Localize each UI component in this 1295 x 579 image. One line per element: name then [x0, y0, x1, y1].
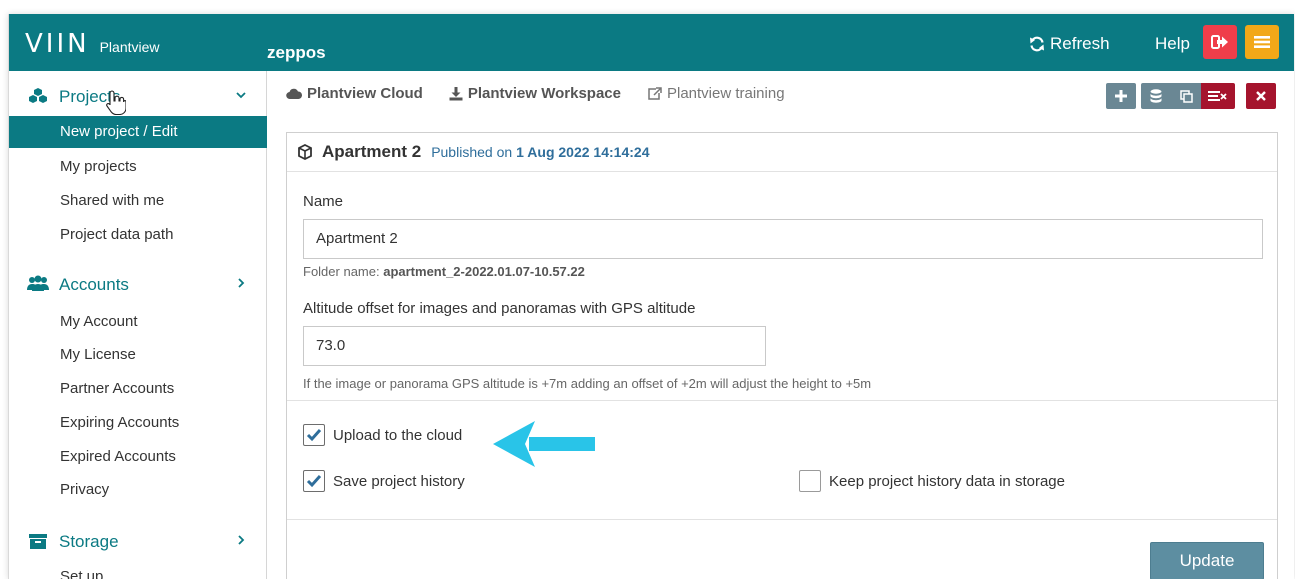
sidebar-item-my-projects[interactable]: My projects [9, 151, 267, 183]
toolbar [1106, 83, 1276, 109]
check-icon [306, 475, 322, 488]
sidebar-item-new-project[interactable]: New project / Edit [9, 116, 267, 148]
sidebar-section-storage[interactable]: Storage [9, 526, 267, 556]
main-content: Plantview Cloud Plantview Workspace Plan… [268, 71, 1294, 579]
logo-subtitle: Plantview [99, 39, 160, 55]
project-title: Apartment 2 [322, 142, 422, 161]
main-menu-button[interactable] [1245, 25, 1279, 59]
sidebar-item-partner-accounts[interactable]: Partner Accounts [9, 373, 267, 405]
sidebar: Projects New project / Edit My projects … [9, 71, 267, 579]
external-link-icon [648, 86, 662, 100]
name-input[interactable]: Apartment 2 [303, 219, 1263, 259]
checkbox-box[interactable] [303, 424, 325, 446]
plantview-cloud-link[interactable]: Plantview Cloud [286, 85, 423, 102]
update-button[interactable]: Update [1150, 542, 1264, 579]
plantview-cloud-label: Plantview Cloud [307, 85, 423, 102]
sidebar-section-label: Accounts [59, 275, 129, 294]
cubes-icon [29, 88, 47, 103]
copy-button[interactable] [1171, 83, 1201, 109]
sidebar-item-privacy[interactable]: Privacy [9, 474, 267, 506]
keep-history-checkbox[interactable]: Keep project history data in storage [799, 470, 1065, 492]
database-button[interactable] [1141, 83, 1171, 109]
logout-button[interactable] [1203, 25, 1237, 59]
altitude-help-text: If the image or panorama GPS altitude is… [303, 376, 872, 391]
download-icon [449, 86, 463, 100]
altitude-offset-input[interactable]: 73.0 [303, 326, 766, 366]
refresh-icon [1030, 36, 1044, 52]
published-label: Published on [431, 144, 513, 160]
plantview-workspace-label: Plantview Workspace [467, 85, 621, 102]
top-bar: VIIN Plantview zeppos Refresh Help [9, 14, 1294, 71]
chevron-right-icon [238, 535, 245, 545]
hamburger-icon [1254, 36, 1270, 48]
cloud-icon [286, 88, 302, 99]
plantview-training-label: Plantview training [666, 85, 785, 102]
sidebar-item-my-account[interactable]: My Account [9, 306, 267, 338]
upload-cloud-checkbox[interactable]: Upload to the cloud [303, 424, 462, 446]
hand-cursor-icon [106, 90, 126, 115]
save-history-checkbox[interactable]: Save project history [303, 470, 465, 492]
cube-icon [298, 144, 312, 160]
chevron-right-icon [238, 278, 245, 288]
sidebar-item-expired-accounts[interactable]: Expired Accounts [9, 441, 267, 473]
altitude-offset-label: Altitude offset for images and panoramas… [303, 300, 696, 317]
plantview-workspace-link[interactable]: Plantview Workspace [449, 85, 621, 102]
project-edit-card: Apartment 2 Published on 1 Aug 2022 14:1… [286, 132, 1278, 579]
add-button[interactable] [1106, 83, 1136, 109]
refresh-button[interactable]: Refresh [1029, 34, 1110, 54]
save-history-label: Save project history [333, 472, 465, 490]
app-logo[interactable]: VIIN Plantview [25, 29, 160, 59]
sidebar-item-my-license[interactable]: My License [9, 339, 267, 371]
database-icon [1150, 89, 1162, 103]
card-header: Apartment 2 Published on 1 Aug 2022 14:1… [287, 133, 1277, 172]
sidebar-item-set-up[interactable]: Set up [9, 561, 267, 579]
close-icon [1256, 91, 1266, 101]
name-label: Name [303, 193, 344, 210]
sidebar-item-expiring-accounts[interactable]: Expiring Accounts [9, 407, 267, 439]
plantview-training-link[interactable]: Plantview training [647, 85, 785, 102]
published-date: 1 Aug 2022 14:14:24 [516, 144, 650, 160]
top-links: Plantview Cloud Plantview Workspace Plan… [286, 85, 811, 102]
logo-mark: VIIN [25, 29, 90, 59]
folder-name-text: Folder name: apartment_2-2022.01.07-10.5… [303, 264, 585, 279]
sidebar-section-projects[interactable]: Projects [9, 81, 267, 111]
sidebar-item-project-data-path[interactable]: Project data path [9, 219, 267, 251]
section-divider [287, 400, 1277, 401]
checkbox-box[interactable] [303, 470, 325, 492]
current-project-name: zeppos [267, 43, 326, 62]
upload-cloud-label: Upload to the cloud [333, 426, 463, 444]
chevron-down-icon [236, 92, 246, 99]
keep-history-label: Keep project history data in storage [829, 472, 1065, 490]
help-link[interactable]: Help [1155, 34, 1190, 54]
copy-icon [1179, 89, 1193, 103]
archive-icon [29, 534, 47, 549]
sidebar-section-accounts[interactable]: Accounts [9, 269, 267, 299]
checkbox-box[interactable] [799, 470, 821, 492]
delete-project-button[interactable] [1246, 83, 1276, 109]
section-divider [287, 519, 1277, 520]
refresh-label: Refresh [1050, 34, 1110, 53]
plus-icon [1115, 90, 1127, 102]
delete-data-button[interactable] [1201, 83, 1235, 109]
annotation-arrow-icon [493, 421, 595, 467]
check-icon [306, 429, 322, 442]
folder-name-label: Folder name: [303, 264, 380, 279]
app-window: VIIN Plantview zeppos Refresh Help Proje… [8, 14, 1294, 579]
sidebar-item-shared-with-me[interactable]: Shared with me [9, 185, 267, 217]
logout-icon [1211, 35, 1228, 49]
sidebar-section-label: Storage [59, 532, 119, 551]
users-icon [27, 275, 49, 291]
folder-name-value: apartment_2-2022.01.07-10.57.22 [383, 264, 585, 279]
remove-data-icon [1208, 91, 1227, 101]
